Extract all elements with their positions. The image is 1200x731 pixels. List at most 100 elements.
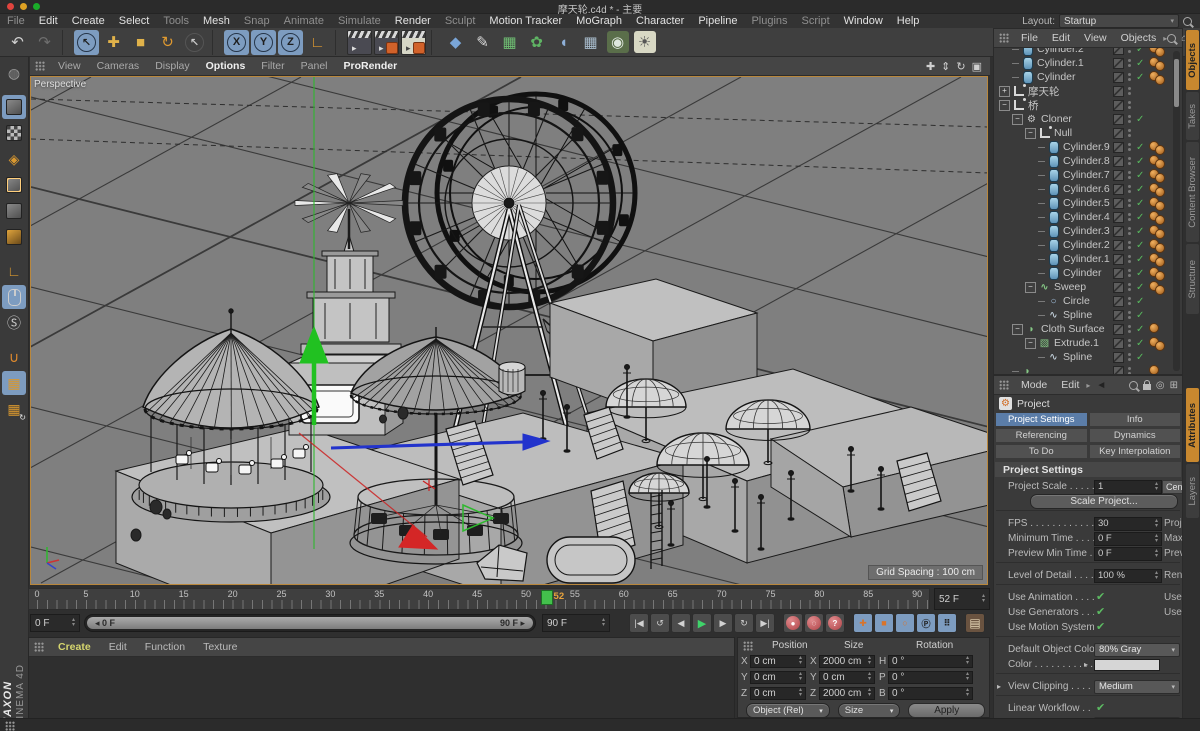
model-mode-button[interactable] (2, 95, 26, 119)
viewport-menu-prorender[interactable]: ProRender (336, 60, 406, 72)
unit-dropdown[interactable]: Centim (1162, 480, 1183, 494)
coord-field-size-x[interactable]: 2000 cm▴▾ (819, 655, 875, 668)
expand-toggle-icon[interactable]: + (999, 86, 1010, 97)
visibility-dots-icon[interactable] (1128, 283, 1131, 291)
tree-row--[interactable]: −桥 (995, 98, 1175, 112)
material-menu-function[interactable]: Function (136, 641, 194, 653)
attribute-menu-edit[interactable]: Edit (1054, 379, 1086, 391)
coord-field-position-x[interactable]: 0 cm▴▾ (750, 655, 806, 668)
visibility-dots-icon[interactable] (1128, 115, 1131, 123)
enabled-check-icon[interactable]: ✓ (1136, 114, 1144, 125)
rotate-view-icon[interactable]: ↻ (956, 60, 965, 73)
material-tag-icon[interactable] (1149, 197, 1167, 209)
material-list-empty[interactable] (29, 657, 734, 719)
visibility-dots-icon[interactable] (1128, 213, 1131, 221)
enabled-check-icon[interactable]: ✓ (1136, 282, 1144, 293)
tree-row-cylinder-3[interactable]: Cylinder.3✓ (995, 224, 1175, 238)
scale-tool-button[interactable]: ■ (128, 30, 153, 55)
drag-handle-icon[interactable] (34, 642, 44, 652)
layer-state-icon[interactable] (1113, 226, 1124, 237)
layer-state-icon[interactable] (1113, 86, 1124, 97)
enabled-check-icon[interactable]: ✓ (1136, 296, 1144, 307)
side-tab-layers[interactable]: Layers (1186, 464, 1199, 518)
paint-tool-button[interactable]: ◍ (2, 61, 26, 85)
timeline-playhead[interactable] (541, 590, 553, 605)
visibility-dots-icon[interactable] (1128, 367, 1131, 374)
tree-row-cylinder-7[interactable]: Cylinder.7✓ (995, 168, 1175, 182)
menu-more-icon[interactable]: ▸ (1086, 381, 1090, 390)
drag-handle-icon[interactable] (5, 721, 15, 731)
go-to-previous-key-button[interactable]: ↺ (650, 613, 670, 633)
visibility-dots-icon[interactable] (1128, 101, 1131, 109)
add-spline-button[interactable]: ✎ (470, 30, 495, 55)
visibility-dots-icon[interactable] (1128, 199, 1131, 207)
menu-window[interactable]: Window (837, 15, 890, 27)
section-header[interactable]: Project Settings (995, 462, 1181, 477)
go-to-next-key-button[interactable]: ↻ (734, 613, 754, 633)
menu-select[interactable]: Select (112, 15, 157, 27)
layer-state-icon[interactable] (1113, 324, 1124, 335)
visibility-dots-icon[interactable] (1128, 143, 1131, 151)
expand-toggle-icon[interactable]: − (1012, 114, 1023, 125)
material-menu-texture[interactable]: Texture (194, 641, 246, 653)
enabled-check-icon[interactable]: ✓ (1136, 324, 1144, 335)
material-tag-icon[interactable] (1149, 48, 1167, 55)
perspective-viewport[interactable]: Perspective Grid Spacing : 100 cm (30, 76, 988, 585)
viewport-menu-options[interactable]: Options (198, 60, 254, 72)
layer-state-icon[interactable] (1113, 366, 1124, 375)
object-manager-menu-view[interactable]: View (1077, 32, 1114, 44)
expand-toggle-icon[interactable]: − (999, 100, 1010, 111)
attr-dropdown[interactable]: 80% Gray▾ (1094, 643, 1180, 657)
visibility-dots-icon[interactable] (1128, 171, 1131, 179)
tree-row-cylinder-5[interactable]: Cylinder.5✓ (995, 196, 1175, 210)
material-tag-icon[interactable] (1149, 281, 1167, 293)
layer-state-icon[interactable] (1113, 282, 1124, 293)
menu-edit[interactable]: Edit (32, 15, 65, 27)
expand-arrow-icon[interactable]: ▸ (997, 682, 1001, 691)
enabled-check-icon[interactable]: ✓ (1136, 170, 1144, 181)
visibility-dots-icon[interactable] (1128, 269, 1131, 277)
enabled-check-icon[interactable]: ✓ (1136, 268, 1144, 279)
motion-clip-button[interactable]: ▤ (965, 613, 985, 633)
coord-field-position-z[interactable]: 0 cm▴▾ (750, 687, 806, 700)
visibility-dots-icon[interactable] (1128, 73, 1131, 81)
tree-row-circle[interactable]: ○Circle✓ (995, 294, 1175, 308)
menu-animate[interactable]: Animate (277, 15, 331, 27)
material-tag-icon[interactable] (1149, 337, 1167, 349)
coord-field-rotation-b[interactable]: 0 °▴▾ (888, 687, 973, 700)
color-swatch[interactable] (1094, 659, 1160, 671)
material-menu-create[interactable]: Create (49, 641, 100, 653)
key-position-button[interactable]: ✚ (853, 613, 873, 633)
layer-state-icon[interactable] (1113, 114, 1124, 125)
add-mograph-button[interactable]: ✿ (524, 30, 549, 55)
side-tab-objects[interactable]: Objects (1186, 30, 1199, 90)
menu-file[interactable]: File (0, 15, 32, 27)
layer-state-icon[interactable] (1113, 48, 1124, 55)
key-parameter-button[interactable]: Ⓟ (916, 613, 936, 633)
rotate-tool-button[interactable]: ↻ (155, 30, 180, 55)
enabled-check-icon[interactable]: ✓ (1136, 142, 1144, 153)
axis-mode-button[interactable]: ∟ (2, 259, 26, 283)
search-icon[interactable] (1167, 34, 1176, 43)
key-scale-button[interactable]: ■ (874, 613, 894, 633)
material-tag-icon[interactable] (1149, 169, 1167, 181)
side-tab-structure[interactable]: Structure (1186, 244, 1199, 314)
drag-handle-icon[interactable] (35, 61, 45, 71)
menu-sculpt[interactable]: Sculpt (438, 15, 483, 27)
render-view-button[interactable] (347, 30, 372, 55)
workplane-lock-button[interactable]: ▦ (2, 371, 26, 395)
visibility-dots-icon[interactable] (1128, 48, 1131, 53)
menu-plugins[interactable]: Plugins (744, 15, 794, 27)
end-frame-field[interactable]: 90 F▴▾ (542, 614, 610, 632)
live-selection-button[interactable]: ↖ (74, 30, 99, 55)
layer-state-icon[interactable] (1113, 338, 1124, 349)
visibility-dots-icon[interactable] (1128, 325, 1131, 333)
viewport-menu-view[interactable]: View (50, 60, 89, 72)
layer-state-icon[interactable] (1113, 128, 1124, 139)
lock-z-axis-button[interactable]: Z (278, 30, 303, 55)
attribute-tab-dynamics[interactable]: Dynamics (1089, 428, 1182, 443)
points-mode-button[interactable] (2, 173, 26, 197)
tree-row-spline[interactable]: ∿Spline✓ (995, 308, 1175, 322)
attr-dropdown[interactable]: Medium▾ (1094, 680, 1180, 694)
material-tag-icon[interactable] (1149, 323, 1167, 335)
